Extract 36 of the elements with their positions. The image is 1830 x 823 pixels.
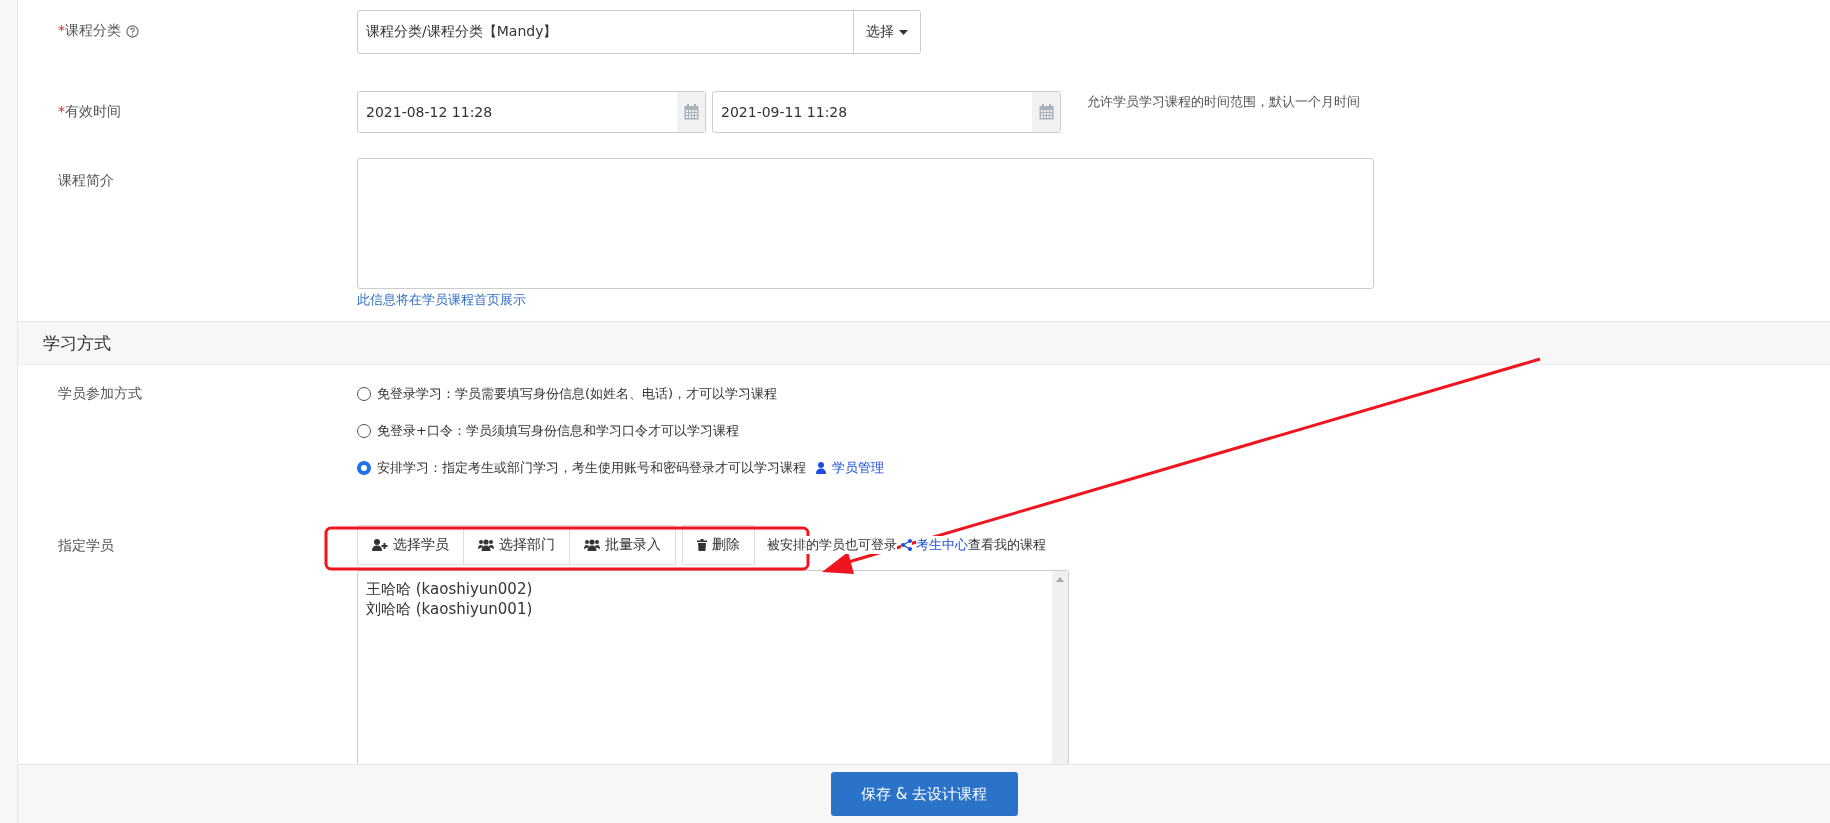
- caret-icon: [899, 29, 908, 35]
- select-button[interactable]: 选择: [853, 11, 920, 53]
- category-field[interactable]: 课程分类/课程分类【Mandy】 选择: [357, 10, 921, 54]
- field-value: 课程分类/课程分类【Mandy】: [365, 22, 559, 41]
- add-person-icon: [372, 539, 388, 551]
- description-field[interactable]: [357, 158, 1374, 289]
- person-icon: [816, 462, 826, 474]
- share-icon: [901, 539, 912, 551]
- help-icon[interactable]: [126, 24, 139, 38]
- field-label: 指定学员: [58, 537, 114, 555]
- option-label[interactable]: 安排学习：指定考生或部门学习，考生使用账号和密码登录才可以学习课程: [377, 459, 806, 477]
- date-field[interactable]: 2021-09-11 11:28: [712, 91, 1061, 133]
- note-text: 查看我的课程: [968, 536, 1046, 554]
- note-text: 被安排的学员也可登录: [767, 536, 897, 554]
- field-label: *有效时间: [58, 103, 121, 121]
- save-button[interactable]: 保存 & 去设计课程: [830, 772, 1018, 816]
- student-item[interactable]: 王哈哈 (kaoshiyun002): [366, 579, 1044, 599]
- option-label[interactable]: 免登录+口令：学员须填写身份信息和学习口令才可以学习课程: [377, 422, 739, 440]
- student-management-link[interactable]: 学员管理: [832, 459, 884, 477]
- people-icon: [584, 539, 600, 551]
- option-label[interactable]: 免登录学习：学员需要填写身份信息(如姓名、电话)，才可以学习课程: [377, 385, 778, 403]
- radio-button[interactable]: [357, 461, 371, 475]
- hint-text: 允许学员学习课程的时间范围，默认一个月时间: [1087, 93, 1360, 111]
- student-item[interactable]: 刘哈哈 (kaoshiyun001): [366, 599, 1044, 619]
- field-label: *课程分类: [58, 22, 121, 40]
- student-center-link[interactable]: 考生中心: [916, 536, 968, 554]
- date-field[interactable]: 2021-08-12 11:28: [357, 91, 706, 133]
- trash-icon: [697, 539, 707, 551]
- calendar-icon: [683, 104, 699, 120]
- section-title: 学习方式: [43, 331, 111, 355]
- toolbar-button[interactable]: 删除: [682, 525, 755, 565]
- toolbar-button[interactable]: 批量录入: [569, 525, 676, 565]
- people-icon: [478, 539, 494, 551]
- field-label: 学员参加方式: [58, 385, 142, 403]
- field-label: 课程简介: [58, 172, 114, 190]
- calendar-icon: [1038, 104, 1054, 120]
